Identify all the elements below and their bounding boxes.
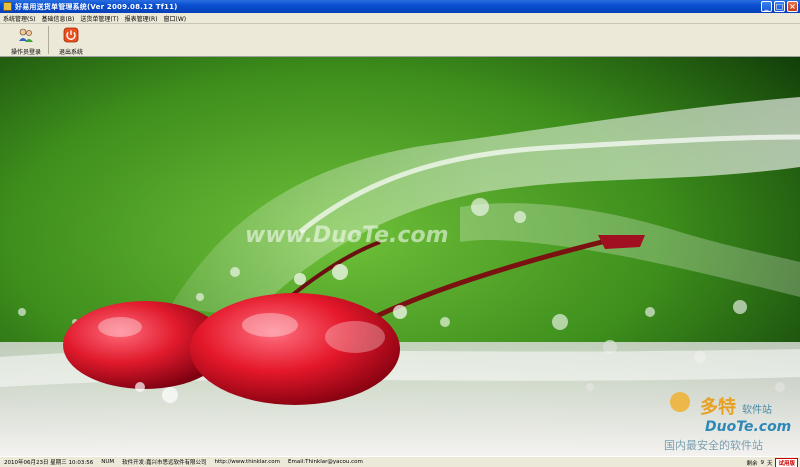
window-title: 好易用送货单管理系统(Ver 2009.08.12 Tf11) — [15, 2, 178, 11]
main-background-area: www.DuoTe.com 多特 软件站 DuoTe.com 国内最安全的软件站 — [0, 57, 800, 456]
menu-bar: 系统管理(S) 基础信息(B) 送货单管理(T) 报表管理(R) 窗口(W) — [0, 13, 800, 24]
status-email[interactable]: Email:Thinklar@yacou.com — [284, 459, 367, 465]
logo-en: DuoTe.com — [705, 419, 791, 435]
close-button[interactable]: × — [787, 1, 798, 12]
maximize-button[interactable]: □ — [774, 1, 785, 12]
logo-cn: 多特 — [700, 396, 736, 418]
logo-cn2: 软件站 — [742, 403, 772, 416]
status-website[interactable]: http://www.thinklar.com — [210, 459, 284, 465]
toolbar-separator — [48, 26, 49, 54]
exit-system-button[interactable]: 退出系统 — [51, 24, 91, 56]
toolbar: 操作员登录 退出系统 — [0, 24, 800, 57]
window-controls: _ □ × — [761, 1, 798, 12]
logo-slogan: 国内最安全的软件站 — [664, 438, 763, 452]
menu-system[interactable]: 系统管理(S) — [0, 14, 39, 23]
operator-login-icon — [18, 27, 34, 43]
status-num: NUM — [101, 459, 115, 465]
operator-login-button[interactable]: 操作员登录 — [6, 24, 46, 56]
center-watermark: www.DuoTe.com — [245, 223, 449, 248]
background-image: www.DuoTe.com 多特 软件站 DuoTe.com 国内最安全的软件站 — [0, 57, 800, 456]
menu-reports[interactable]: 报表管理(R) — [122, 14, 161, 23]
menu-window[interactable]: 窗口(W) — [161, 14, 190, 23]
exit-system-label: 退出系统 — [58, 49, 83, 56]
menu-basic-info[interactable]: 基础信息(B) — [39, 14, 78, 23]
status-developer: 软件开发:嘉兴市思远软件有限公司 — [122, 460, 207, 466]
trial-badge: 试用版 — [775, 458, 798, 467]
app-icon — [3, 2, 12, 11]
days-unit: 天 — [766, 461, 773, 467]
minimize-button[interactable]: _ — [761, 1, 772, 12]
remaining-days: 9 — [760, 460, 764, 466]
status-date: 2010年06月23日 星期三 10:03:56 — [4, 460, 94, 466]
power-icon — [63, 27, 79, 43]
title-bar[interactable]: 好易用送货单管理系统(Ver 2009.08.12 Tf11) _ □ × — [0, 0, 800, 13]
operator-login-label: 操作员登录 — [10, 49, 41, 56]
remaining-label: 剩余 — [746, 461, 758, 467]
trial-info: 剩余 9 天 试用版 — [746, 458, 798, 467]
menu-delivery[interactable]: 送货单管理(T) — [77, 14, 121, 23]
status-bar: 2010年06月23日 星期三 10:03:56 NUM 软件开发:嘉兴市思远软… — [0, 456, 800, 467]
